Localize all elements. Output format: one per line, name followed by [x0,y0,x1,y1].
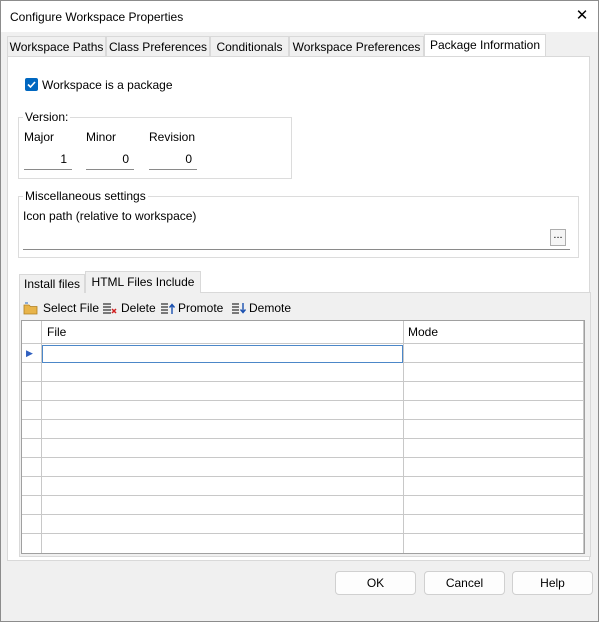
cancel-button[interactable]: Cancel [424,571,505,595]
version-legend: Version: [23,110,71,124]
revision-label: Revision [149,130,196,144]
revision-input[interactable] [149,148,197,170]
major-input[interactable] [24,148,72,170]
ok-button[interactable]: OK [335,571,416,595]
table-row [22,343,584,344]
table-row [22,381,584,382]
tab-package-information[interactable]: Package Information [424,34,546,57]
promote-button[interactable]: Promote [160,299,226,317]
table-row [22,533,584,534]
subtab-install-files[interactable]: Install files [19,274,85,293]
subtab-html-files-include[interactable]: HTML Files Include [85,271,201,293]
table-row [22,476,584,477]
tab-workspace-paths[interactable]: Workspace Paths [7,36,106,56]
major-label: Major [24,130,55,144]
table-row [22,419,584,420]
promote-icon [161,303,176,314]
workspace-package-checkbox[interactable] [25,78,38,91]
folder-icon [23,302,38,315]
misc-settings-legend: Miscellaneous settings [23,189,148,203]
delete-button[interactable]: Delete [102,299,156,317]
check-icon [27,81,36,89]
table-row [22,495,584,496]
files-grid[interactable]: File Mode ▶ [21,320,585,554]
title-bar: Configure Workspace Properties ✕ [1,1,598,32]
table-row [22,514,584,515]
delete-rows-icon [103,303,117,314]
current-cell[interactable] [42,345,403,363]
tab-conditionals[interactable]: Conditionals [210,36,289,56]
minor-input[interactable] [86,148,134,170]
select-file-button[interactable]: Select File [23,299,99,317]
table-row [22,457,584,458]
current-row-icon: ▶ [26,348,33,358]
help-button[interactable]: Help [512,571,593,595]
demote-button[interactable]: Demote [231,299,293,317]
demote-icon [232,303,247,314]
icon-path-label: Icon path (relative to workspace) [23,209,197,223]
close-icon[interactable]: ✕ [569,5,595,27]
browse-button[interactable]: ... [550,229,566,246]
workspace-package-label: Workspace is a package [42,78,173,92]
table-row [22,438,584,439]
window-title: Configure Workspace Properties [10,10,184,24]
tab-class-preferences[interactable]: Class Preferences [106,36,210,56]
column-header-file[interactable]: File [47,321,66,343]
column-header-mode[interactable]: Mode [408,321,438,343]
table-row [22,400,584,401]
icon-path-input[interactable] [23,228,570,250]
tab-workspace-preferences[interactable]: Workspace Preferences [289,36,424,56]
minor-label: Minor [86,130,117,144]
